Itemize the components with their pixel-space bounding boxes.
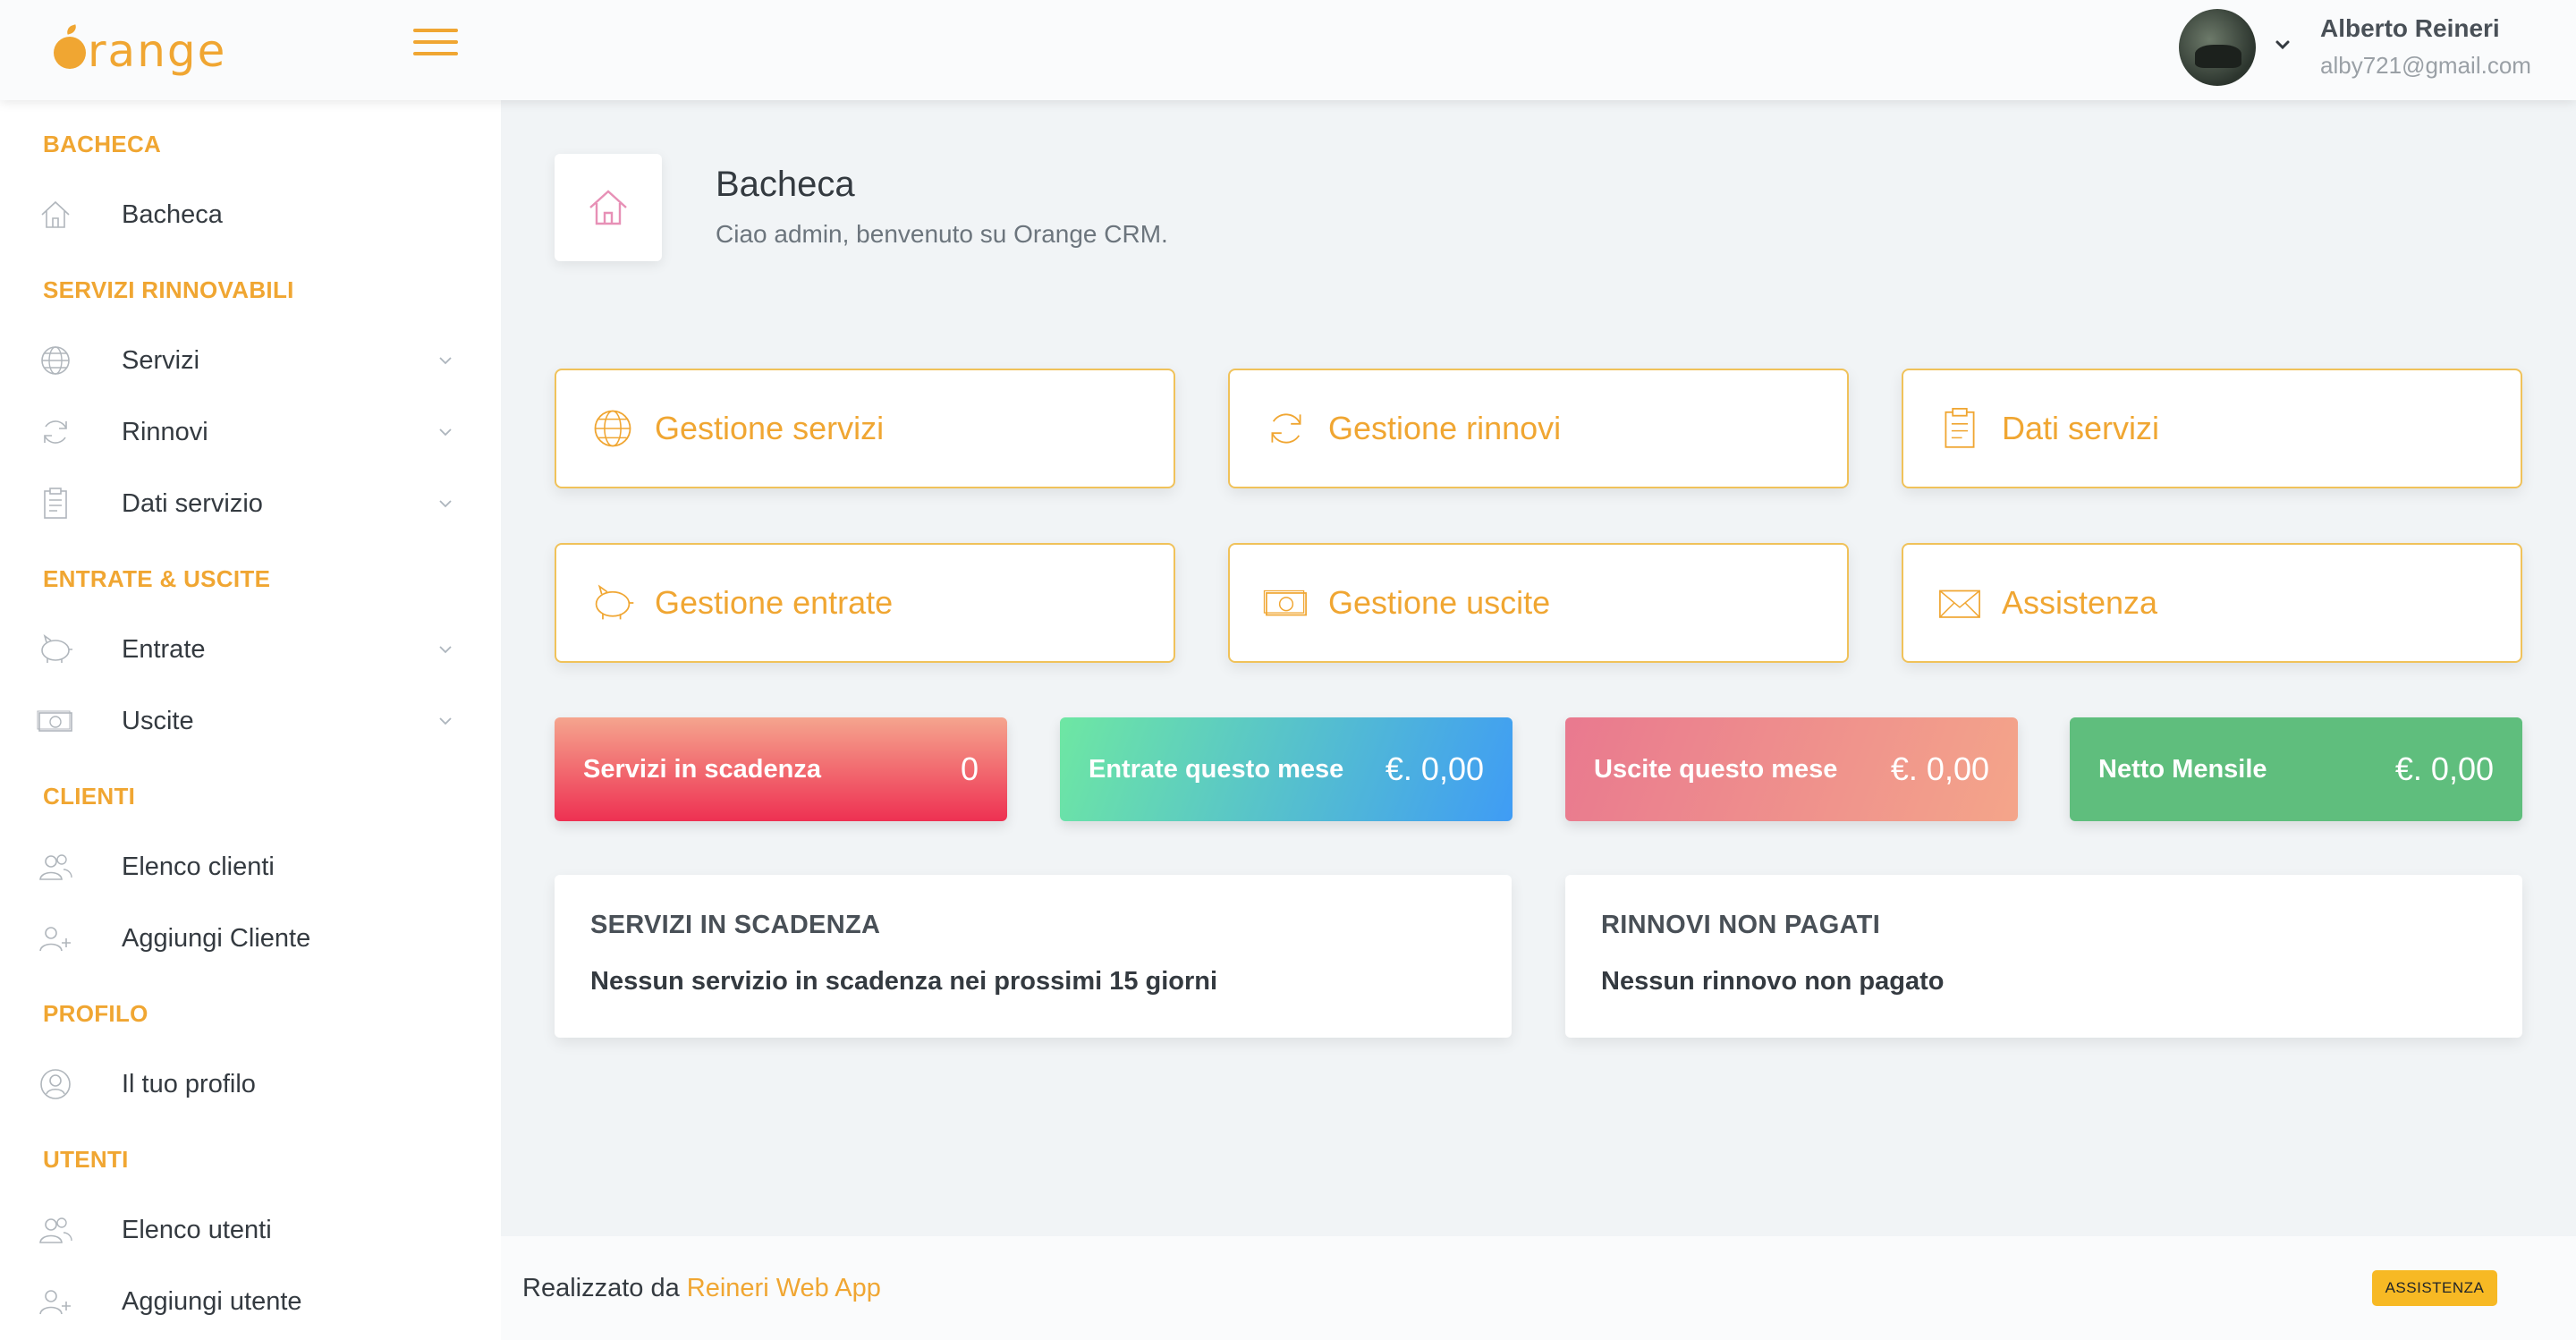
clipboard-icon — [1936, 404, 1984, 453]
users-icon — [36, 1210, 75, 1250]
page-subtitle: Ciao admin, benvenuto su Orange CRM. — [716, 220, 1168, 248]
stat-value: €. 0,00 — [1890, 751, 1989, 787]
quick-link-label: Dati servizi — [2002, 410, 2160, 446]
card-title: RINNOVI NON PAGATI — [1601, 911, 1881, 939]
gestione-rinnovi-button[interactable]: Gestione rinnovi — [1228, 369, 1849, 488]
home-icon — [36, 195, 75, 234]
sidebar-item-label: Dati servizio — [122, 488, 263, 518]
chevron-down-icon — [439, 428, 452, 437]
user-icon — [36, 1064, 75, 1104]
user-email: alby721@gmail.com — [2320, 52, 2531, 79]
stat-uscite-questo-mese: Uscite questo mese €. 0,00 — [1565, 717, 2018, 821]
piggy-bank-icon — [36, 630, 75, 669]
card-message: Nessun rinnovo non pagato — [1601, 967, 1945, 996]
home-icon — [555, 154, 662, 261]
sidebar-item-servizi[interactable]: Servizi — [36, 334, 456, 387]
page-title: Bacheca — [716, 165, 855, 204]
card-message: Nessun servizio in scadenza nei prossimi… — [590, 967, 1218, 996]
footer-text: Realizzato da — [522, 1274, 680, 1302]
top-header: range Alberto Reineri alby721@gmail.com — [0, 0, 2576, 100]
refresh-icon — [1262, 404, 1310, 453]
sidebar-item-label: Elenco utenti — [122, 1215, 272, 1244]
sidebar-item-label: Bacheca — [122, 199, 223, 229]
stat-netto-mensile: Netto Mensile €. 0,00 — [2070, 717, 2522, 821]
sidebar-heading-servizi-rinnovabili: SERVIZI RINNOVABILI — [43, 276, 294, 303]
sidebar-item-bacheca[interactable]: Bacheca — [36, 188, 456, 242]
sidebar-item-aggiungi-utente[interactable]: Aggiungi utente — [36, 1275, 456, 1328]
app-logo[interactable]: range — [54, 20, 226, 82]
refresh-icon — [36, 412, 75, 452]
sidebar-item-label: Elenco clienti — [122, 852, 275, 881]
chevron-down-icon[interactable] — [2272, 34, 2293, 55]
quick-link-label: Gestione rinnovi — [1328, 410, 1562, 446]
servizi-in-scadenza-card: SERVIZI IN SCADENZA Nessun servizio in s… — [555, 875, 1512, 1038]
gestione-servizi-button[interactable]: Gestione servizi — [555, 369, 1175, 488]
sidebar-item-uscite[interactable]: Uscite — [36, 694, 456, 748]
avatar[interactable] — [2179, 9, 2256, 86]
sidebar-item-label: Rinnovi — [122, 417, 208, 446]
footer-assistenza-button[interactable]: ASSISTENZA — [2372, 1270, 2497, 1306]
quick-link-label: Gestione uscite — [1328, 584, 1551, 621]
stat-label: Uscite questo mese — [1594, 754, 1838, 784]
sidebar-heading-bacheca: BACHECA — [43, 131, 162, 157]
logo-text: range — [88, 25, 227, 77]
gestione-uscite-button[interactable]: Gestione uscite — [1228, 543, 1849, 663]
page-title-area — [501, 100, 2576, 315]
piggy-bank-icon — [589, 579, 637, 627]
chevron-down-icon — [439, 500, 452, 508]
quick-link-label: Gestione servizi — [655, 410, 885, 446]
quick-link-label: Assistenza — [2002, 584, 2158, 621]
user-add-icon — [36, 919, 75, 958]
gestione-entrate-button[interactable]: Gestione entrate — [555, 543, 1175, 663]
clipboard-icon — [36, 484, 75, 523]
stat-label: Netto Mensile — [2098, 754, 2267, 784]
stat-label: Entrate questo mese — [1089, 754, 1344, 784]
user-add-icon — [36, 1282, 75, 1321]
sidebar-item-label: Il tuo profilo — [122, 1069, 256, 1098]
sidebar-item-label: Aggiungi utente — [122, 1286, 302, 1316]
sidebar-item-dati-servizio[interactable]: Dati servizio — [36, 477, 456, 530]
sidebar-item-elenco-utenti[interactable]: Elenco utenti — [36, 1203, 456, 1257]
sidebar-item-label: Aggiungi Cliente — [122, 923, 311, 953]
chevron-down-icon — [439, 357, 452, 365]
sidebar-item-label: Servizi — [122, 345, 200, 375]
chevron-down-icon — [439, 646, 452, 654]
stat-label: Servizi in scadenza — [583, 754, 821, 784]
stat-value: 0 — [960, 751, 979, 787]
sidebar-heading-entrate-uscite: ENTRATE & USCITE — [43, 565, 271, 592]
stat-entrate-questo-mese: Entrate questo mese €. 0,00 — [1060, 717, 1513, 821]
stat-value: €. 0,00 — [1385, 751, 1484, 787]
sidebar-heading-clienti: CLIENTI — [43, 783, 136, 810]
sidebar-item-label: Entrate — [122, 634, 206, 664]
sidebar-item-aggiungi-cliente[interactable]: Aggiungi Cliente — [36, 912, 456, 965]
sidebar-item-elenco-clienti[interactable]: Elenco clienti — [36, 840, 456, 894]
menu-toggle-button[interactable] — [413, 29, 458, 59]
user-name: Alberto Reineri — [2320, 14, 2500, 42]
assistenza-button[interactable]: Assistenza — [1902, 543, 2522, 663]
sidebar-item-entrate[interactable]: Entrate — [36, 623, 456, 676]
globe-icon — [36, 341, 75, 380]
cash-icon — [1262, 579, 1310, 627]
sidebar-heading-utenti: UTENTI — [43, 1146, 129, 1173]
quick-link-label: Gestione entrate — [655, 584, 894, 621]
footer-link[interactable]: Reineri Web App — [687, 1274, 881, 1302]
chevron-down-icon — [439, 717, 452, 725]
globe-icon — [589, 404, 637, 453]
sidebar-item-il-tuo-profilo[interactable]: Il tuo profilo — [36, 1057, 456, 1111]
users-icon — [36, 847, 75, 886]
sidebar-item-label: Uscite — [122, 706, 194, 735]
rinnovi-non-pagati-card: RINNOVI NON PAGATI Nessun rinnovo non pa… — [1565, 875, 2522, 1038]
stat-value: €. 0,00 — [2394, 751, 2494, 787]
sidebar-item-rinnovi[interactable]: Rinnovi — [36, 405, 456, 459]
envelope-icon — [1936, 579, 1984, 627]
sidebar-heading-profilo: PROFILO — [43, 1000, 148, 1027]
cash-icon — [36, 701, 75, 741]
dati-servizi-button[interactable]: Dati servizi — [1902, 369, 2522, 488]
stat-servizi-in-scadenza: Servizi in scadenza 0 — [555, 717, 1007, 821]
footer-credit: Realizzato da Reineri Web App — [522, 1274, 881, 1303]
orange-logo-icon — [54, 37, 86, 69]
card-title: SERVIZI IN SCADENZA — [590, 911, 881, 939]
